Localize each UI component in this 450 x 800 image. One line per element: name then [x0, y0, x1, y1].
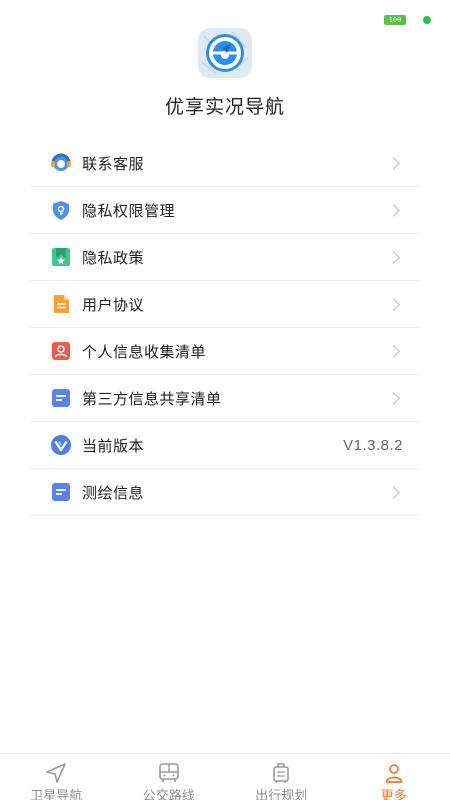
tab-label: 更多: [380, 789, 407, 800]
third-party-share-icon: [50, 387, 72, 409]
navigation-arrow-icon: [44, 762, 68, 784]
chevron-right-icon: [387, 297, 400, 311]
battery-icon: 100: [384, 15, 406, 25]
policy-icon: [50, 246, 72, 268]
version-value: V1.3.8.2: [343, 436, 403, 454]
menu-item-label: 隐私政策: [82, 248, 145, 267]
menu-item-label: 当前版本: [82, 436, 145, 455]
menu-item-label: 联系客服: [82, 154, 145, 173]
chevron-right-icon: [387, 391, 400, 405]
menu-item-label: 测绘信息: [82, 483, 145, 502]
user-agreement-icon: [50, 293, 72, 315]
bottom-tab-bar: 卫星导航 公交路线 出行规划 更多: [0, 753, 450, 800]
customer-service-icon: [50, 152, 72, 174]
chevron-right-icon: [387, 250, 400, 264]
menu-item-label: 用户协议: [82, 295, 145, 314]
menu-item-current-version[interactable]: 当前版本 V1.3.8.2: [30, 422, 420, 469]
menu-item-third-party-share-list[interactable]: 第三方信息共享清单: [30, 375, 420, 422]
menu-item-contact-service[interactable]: 联系客服: [30, 140, 420, 187]
travel-plan-icon: [269, 762, 293, 784]
chevron-right-icon: [387, 485, 400, 499]
settings-menu-list: 联系客服 隐私权限管理 隐私政策 用户协议 个人信息收集清单 第三方信息共享清单…: [30, 140, 420, 516]
survey-info-icon: [50, 481, 72, 503]
menu-item-survey-info[interactable]: 测绘信息: [30, 469, 420, 516]
bus-icon: [157, 762, 181, 784]
menu-item-label: 个人信息收集清单: [82, 342, 207, 361]
app-logo-icon: [198, 28, 252, 78]
tab-bus-routes[interactable]: 公交路线: [113, 754, 226, 800]
menu-item-user-agreement[interactable]: 用户协议: [30, 281, 420, 328]
app-header: 优享实况导航: [0, 28, 450, 119]
tab-label: 公交路线: [142, 789, 195, 800]
tab-travel-planning[interactable]: 出行规划: [225, 754, 338, 800]
chevron-right-icon: [387, 344, 400, 358]
version-icon: [50, 434, 72, 456]
tab-label: 卫星导航: [30, 789, 83, 800]
app-title: 优享实况导航: [164, 96, 285, 118]
menu-item-label: 隐私权限管理: [82, 201, 176, 220]
menu-item-label: 第三方信息共享清单: [82, 389, 222, 408]
menu-item-personal-info-list[interactable]: 个人信息收集清单: [30, 328, 420, 375]
tab-more[interactable]: 更多: [338, 754, 450, 800]
chevron-right-icon: [387, 156, 400, 170]
chevron-right-icon: [387, 203, 400, 217]
tab-label: 出行规划: [255, 789, 308, 800]
personal-info-icon: [50, 340, 72, 362]
menu-item-privacy-policy[interactable]: 隐私政策: [30, 234, 420, 281]
person-icon: [382, 762, 406, 784]
menu-item-privacy-permissions[interactable]: 隐私权限管理: [30, 187, 420, 234]
tab-satellite-navigation[interactable]: 卫星导航: [0, 754, 113, 800]
privacy-shield-icon: [50, 199, 72, 221]
signal-indicator-icon: [423, 16, 431, 24]
